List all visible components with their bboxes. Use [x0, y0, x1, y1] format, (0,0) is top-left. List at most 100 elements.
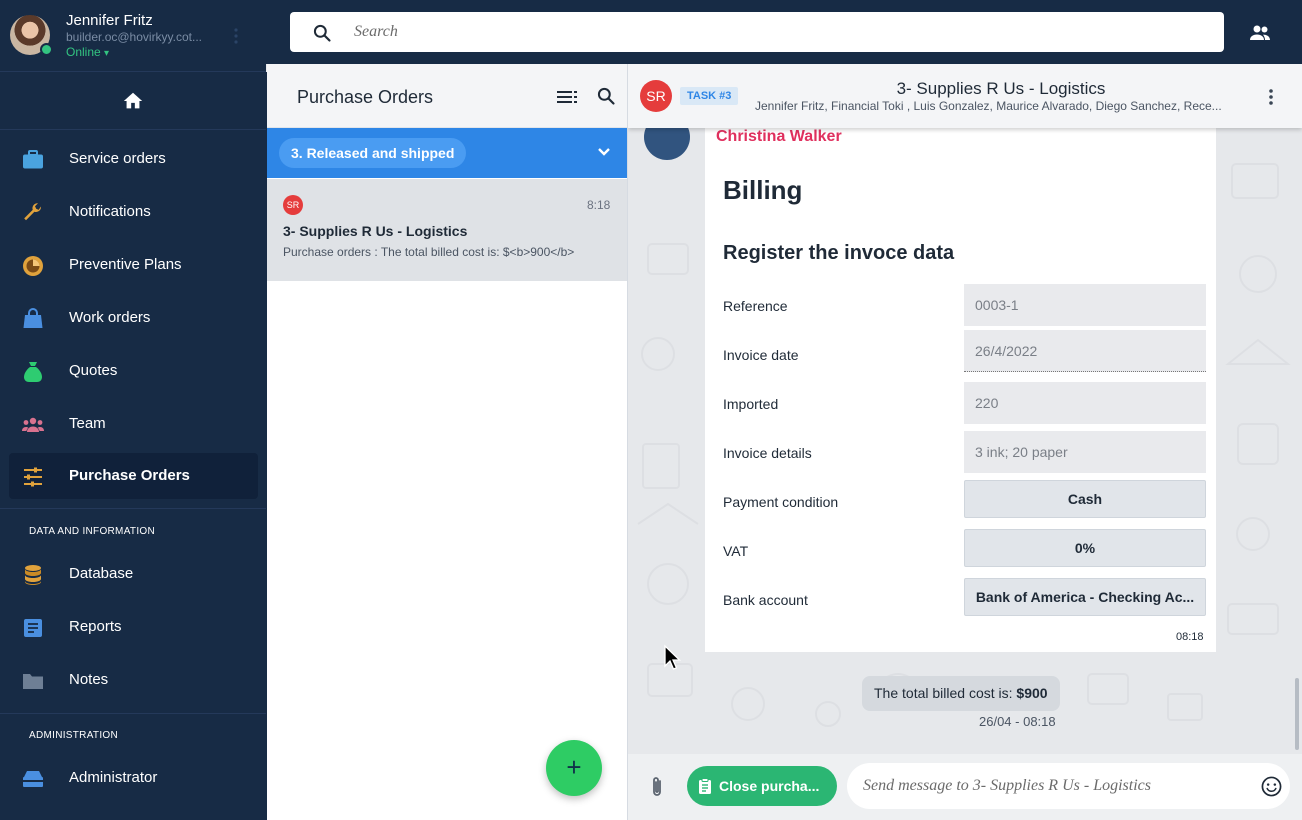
- sidebar: Service orders Notifications Preventive …: [0, 72, 267, 820]
- vat-select[interactable]: 0%: [964, 529, 1206, 567]
- scrollbar[interactable]: [1295, 678, 1299, 750]
- sidebar-item-service-orders[interactable]: Service orders: [9, 136, 258, 182]
- status-dropdown[interactable]: Online ▾: [66, 45, 109, 59]
- sidebar-item-label: Team: [69, 415, 106, 432]
- message-composer: Close purcha...: [628, 754, 1302, 820]
- chevron-down-icon: ▾: [104, 48, 110, 59]
- sidebar-item-administrator[interactable]: Administrator: [9, 755, 258, 801]
- sidebar-item-work-orders[interactable]: Work orders: [9, 295, 258, 341]
- search-box[interactable]: [290, 12, 1224, 52]
- sidebar-item-preventive-plans[interactable]: Preventive Plans: [9, 242, 258, 288]
- sidebar-item-label: Administrator: [69, 769, 158, 786]
- mouse-cursor-icon: [664, 644, 681, 670]
- field-label-invoice-details: Invoice details: [723, 445, 812, 461]
- user-name: Jennifer Fritz: [66, 12, 153, 29]
- sender-name: Christina Walker: [716, 128, 842, 145]
- add-purchase-order-button[interactable]: +: [546, 740, 602, 796]
- field-label-invoice-date: Invoice date: [723, 347, 799, 363]
- sidebar-item-label: Database: [69, 565, 134, 582]
- more-vertical-icon[interactable]: [1268, 88, 1274, 106]
- sidebar-item-label: Reports: [69, 618, 122, 635]
- close-purchase-label: Close purcha...: [719, 778, 820, 794]
- invoice-details-field[interactable]: 3 ink; 20 paper: [964, 431, 1206, 473]
- sidebar-item-quotes[interactable]: Quotes: [9, 348, 258, 394]
- form-subtitle: Register the invoce data: [723, 242, 955, 264]
- field-label-payment-condition: Payment condition: [723, 494, 839, 510]
- sliders-icon: [24, 467, 42, 487]
- order-title: 3- Supplies R Us - Logistics: [283, 223, 468, 239]
- sidebar-item-label: Notifications: [69, 203, 151, 220]
- online-indicator: [40, 43, 53, 56]
- search-icon[interactable]: [596, 86, 616, 106]
- bank-account-select[interactable]: Bank of America - Checking Ac...: [964, 578, 1206, 616]
- invoice-date-field[interactable]: 26/4/2022: [964, 330, 1206, 372]
- sidebar-item-notes[interactable]: Notes: [9, 657, 258, 703]
- contacts-icon[interactable]: [1248, 21, 1272, 45]
- sidebar-item-purchase-orders[interactable]: Purchase Orders: [9, 453, 258, 499]
- sidebar-item-label: Purchase Orders: [69, 467, 190, 484]
- task-tag[interactable]: TASK #3: [680, 87, 739, 105]
- report-icon: [24, 619, 42, 637]
- sidebar-item-notifications[interactable]: Notifications: [9, 189, 258, 235]
- divider: [0, 129, 266, 130]
- list-title: Purchase Orders: [297, 87, 434, 107]
- system-message-bubble: The total billed cost is: $900: [862, 676, 1060, 711]
- chat-avatar-badge[interactable]: SR: [640, 80, 672, 112]
- reference-field[interactable]: 0003-1: [964, 284, 1206, 326]
- sidebar-item-database[interactable]: Database: [9, 551, 258, 597]
- database-icon: [25, 565, 41, 585]
- message-input[interactable]: [847, 763, 1290, 809]
- folder-icon: [23, 674, 43, 689]
- chat-members: Jennifer Fritz, Financial Toki , Luis Go…: [755, 99, 1222, 113]
- gauge-icon: [23, 256, 43, 276]
- order-time: 8:18: [587, 198, 611, 212]
- emoji-icon[interactable]: [1261, 776, 1282, 797]
- field-label-imported: Imported: [723, 396, 779, 412]
- field-label-bank-account: Bank account: [723, 592, 808, 608]
- chat-panel: SR TASK #3 3- Supplies R Us - Logistics …: [628, 64, 1302, 820]
- paperclip-icon[interactable]: [648, 775, 666, 799]
- sidebar-item-label: Service orders: [69, 150, 166, 167]
- sidebar-item-team[interactable]: Team: [9, 401, 258, 447]
- total-text: The total billed cost is:: [874, 685, 1017, 701]
- people-icon: [22, 417, 44, 432]
- section-title-data: DATA AND INFORMATION: [29, 526, 156, 537]
- chevron-down-icon: [598, 148, 610, 156]
- order-badge: SR: [283, 195, 303, 215]
- form-title: Billing: [723, 175, 803, 205]
- filter-list-icon[interactable]: [557, 89, 577, 105]
- clipboard-icon: [699, 778, 711, 794]
- sidebar-item-label: Preventive Plans: [69, 256, 182, 273]
- briefcase-icon: [23, 150, 43, 169]
- order-preview: Purchase orders : The total billed cost …: [283, 245, 575, 259]
- status-label: Online: [66, 45, 101, 59]
- sidebar-item-label: Notes: [69, 671, 109, 688]
- billing-message-card: Christina Walker Billing Register the in…: [705, 128, 1216, 652]
- message-time: 08:18: [1176, 631, 1204, 643]
- more-vertical-icon[interactable]: [233, 27, 239, 45]
- toolbox-icon: [23, 771, 43, 787]
- close-purchase-button[interactable]: Close purcha...: [687, 766, 837, 806]
- list-header: Purchase Orders: [267, 64, 627, 128]
- wrench-icon: [24, 203, 42, 221]
- imported-field[interactable]: 220: [964, 382, 1206, 424]
- section-title-admin: ADMINISTRATION: [29, 730, 119, 741]
- user-profile[interactable]: Jennifer Fritz builder.oc@hovirkyy.cot..…: [0, 0, 266, 72]
- sidebar-item-label: Quotes: [69, 362, 118, 379]
- divider: [0, 508, 266, 509]
- payment-condition-select[interactable]: Cash: [964, 480, 1206, 518]
- field-label-vat: VAT: [723, 543, 749, 559]
- sidebar-item-reports[interactable]: Reports: [9, 604, 258, 650]
- bag-icon: [23, 308, 43, 328]
- status-filter-dropdown[interactable]: 3. Released and shipped: [267, 128, 627, 178]
- search-input[interactable]: [354, 12, 1194, 52]
- field-label-reference: Reference: [723, 298, 788, 314]
- chat-title: 3- Supplies R Us - Logistics: [896, 79, 1106, 98]
- chat-header: SR TASK #3 3- Supplies R Us - Logistics …: [628, 64, 1302, 128]
- money-bag-icon: [24, 362, 42, 382]
- search-icon[interactable]: [312, 23, 332, 43]
- purchase-orders-list-panel: Purchase Orders 3. Released and shipped …: [267, 64, 628, 820]
- home-icon[interactable]: [122, 90, 144, 112]
- user-email: builder.oc@hovirkyy.cot...: [66, 30, 203, 44]
- list-item[interactable]: SR 8:18 3- Supplies R Us - Logistics Pur…: [267, 179, 627, 281]
